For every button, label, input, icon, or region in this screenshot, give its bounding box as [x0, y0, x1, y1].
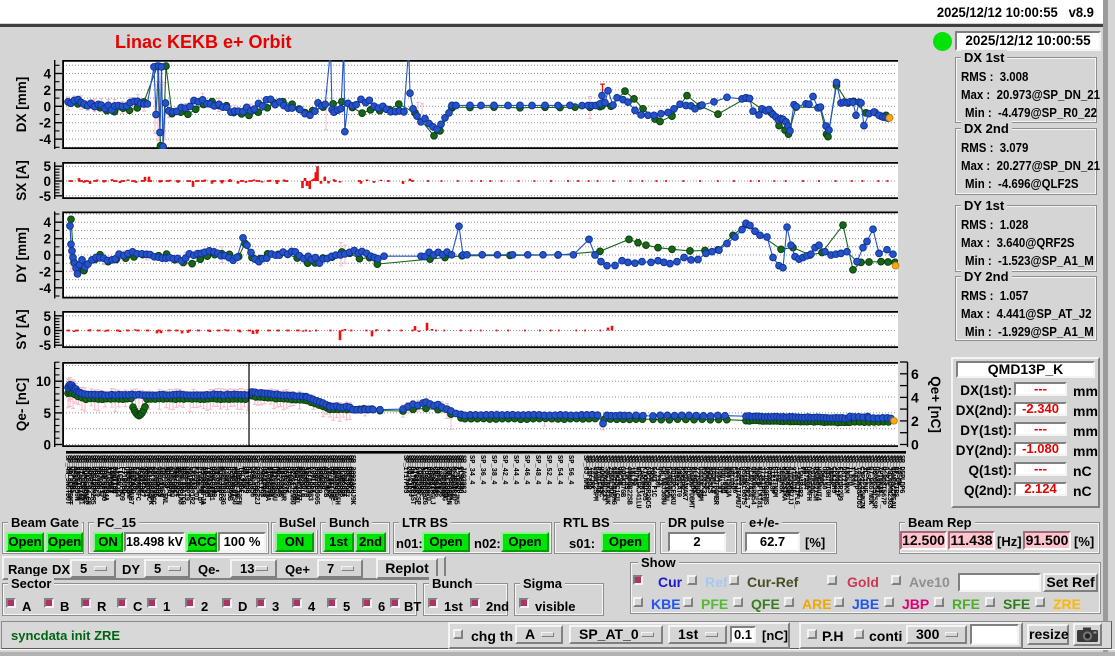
- svg-text:SX [A]: SX [A]: [14, 160, 29, 201]
- svg-text:Qe- [nC]: Qe- [nC]: [14, 378, 29, 431]
- svg-text:5: 5: [43, 406, 51, 421]
- svg-text:-5: -5: [39, 338, 51, 353]
- svg-text:DY [mm]: DY [mm]: [14, 227, 29, 282]
- svg-text:-2: -2: [39, 264, 51, 279]
- svg-text:SP_D5PLDP6: SP_D5PLDP6: [897, 455, 905, 493]
- svg-text:0: 0: [43, 174, 51, 189]
- svg-text:10: 10: [36, 374, 51, 389]
- svg-text:-5: -5: [39, 189, 51, 204]
- svg-text:4: 4: [43, 215, 51, 230]
- svg-text:DX [mm]: DX [mm]: [14, 77, 29, 133]
- svg-text:SP_54_4: SP_54_4: [555, 455, 563, 484]
- svg-text:2: 2: [43, 232, 51, 247]
- svg-text:SP_56_4: SP_56_4: [566, 455, 574, 484]
- svg-text:SP_42_4: SP_42_4: [500, 455, 508, 484]
- svg-text:SP_52_4: SP_52_4: [544, 455, 552, 484]
- svg-text:-4: -4: [39, 132, 51, 147]
- svg-text:0: 0: [43, 248, 51, 263]
- svg-text:SP_2092A6UJ9K: SP_2092A6UJ9K: [348, 455, 356, 506]
- svg-text:Qe+ [nC]: Qe+ [nC]: [928, 376, 943, 433]
- svg-text:5: 5: [43, 159, 51, 174]
- svg-text:5: 5: [43, 309, 51, 324]
- svg-text:SP_48_4: SP_48_4: [533, 455, 541, 484]
- svg-text:SP_JA93862: SP_JA93862: [459, 455, 467, 493]
- svg-text:6: 6: [911, 366, 919, 382]
- svg-text:4: 4: [43, 67, 51, 82]
- svg-text:SP_44_4: SP_44_4: [511, 455, 519, 484]
- svg-text:SY [A]: SY [A]: [14, 309, 29, 349]
- svg-text:2: 2: [43, 83, 51, 98]
- svg-text:-4: -4: [39, 281, 51, 296]
- svg-text:SP_38_4: SP_38_4: [489, 455, 497, 484]
- svg-text:0: 0: [911, 437, 919, 453]
- svg-text:SP_36_4: SP_36_4: [478, 455, 486, 484]
- svg-text:0: 0: [43, 324, 51, 339]
- svg-text:2: 2: [911, 413, 919, 429]
- svg-text:4: 4: [911, 389, 919, 405]
- svg-text:SP_34_4: SP_34_4: [467, 455, 475, 484]
- svg-text:-2: -2: [39, 116, 51, 131]
- svg-text:0: 0: [43, 438, 51, 453]
- svg-text:0: 0: [43, 99, 51, 114]
- svg-text:SP_46_4: SP_46_4: [522, 455, 530, 484]
